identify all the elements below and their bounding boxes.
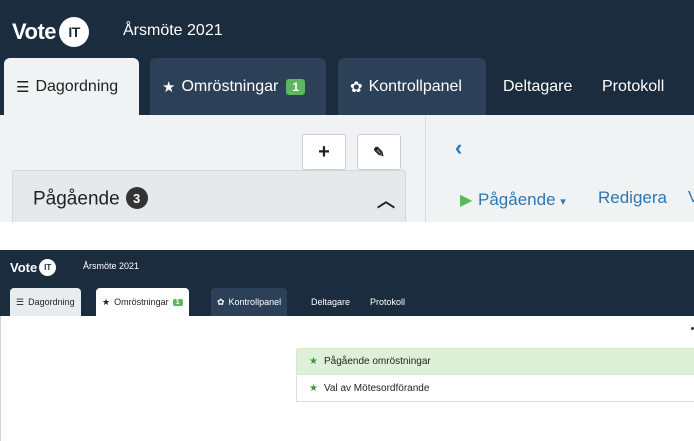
edit-button[interactable]: ✎ bbox=[357, 134, 401, 170]
full-view: Vote IT Årsmöte 2021 ☰ Dagordning ★ Omrö… bbox=[0, 250, 694, 441]
content-area: ★ Pågående omröstningar ★ Val av Mötesor… bbox=[0, 316, 694, 441]
poll-list-header-label: Pågående omröstningar bbox=[323, 356, 431, 367]
tab-dagordning[interactable]: ☰ Dagordning bbox=[10, 288, 81, 316]
logo-badge: IT bbox=[59, 17, 90, 47]
add-button[interactable]: + bbox=[302, 134, 346, 170]
tab-deltagare[interactable]: Deltagare bbox=[305, 288, 356, 316]
section-label: Pågående 3 bbox=[33, 187, 148, 211]
tab-protokoll[interactable]: Protokoll bbox=[590, 58, 676, 115]
tab-label: Kontrollpanel bbox=[228, 297, 282, 307]
truncated-link[interactable]: V bbox=[688, 189, 694, 207]
poll-list: ★ Pågående omröstningar ★ Val av Mötesor… bbox=[296, 348, 694, 402]
list-icon: ☰ bbox=[16, 296, 25, 307]
list-icon: ☰ bbox=[16, 78, 30, 96]
top-navbar: Vote IT Årsmöte 2021 ☰ Dagordning ★ Omrö… bbox=[0, 0, 694, 115]
caret-down-icon: ▾ bbox=[560, 196, 566, 208]
tab-label: Kontrollpanel bbox=[368, 77, 462, 95]
tab-label: Dagordning bbox=[28, 297, 75, 307]
edit-link[interactable]: Redigera bbox=[598, 188, 667, 208]
voteit-logo[interactable]: Vote IT bbox=[12, 14, 90, 50]
tab-omrostningar[interactable]: ★ Omröstningar 1 bbox=[150, 58, 326, 115]
tab-protokoll[interactable]: Protokoll bbox=[364, 288, 411, 316]
star-icon: ★ bbox=[309, 356, 318, 367]
tab-kontrollpanel[interactable]: ✿ Kontrollpanel bbox=[211, 288, 288, 316]
tab-kontrollpanel[interactable]: ✿ Kontrollpanel bbox=[338, 58, 486, 115]
chevron-left-icon[interactable]: ‹ bbox=[455, 135, 462, 161]
tab-dagordning[interactable]: ☰ Dagordning bbox=[4, 58, 139, 115]
poll-count-badge: 1 bbox=[286, 78, 306, 95]
star-icon: ★ bbox=[102, 296, 111, 307]
gear-icon: ✿ bbox=[350, 78, 363, 96]
star-icon: ★ bbox=[309, 382, 318, 394]
content-area: + ✎ Pågående 3 ︿ ‹ ▶ Pågående ▾ Redigera … bbox=[0, 115, 694, 222]
plus-icon: + bbox=[318, 140, 330, 163]
tab-label: Protokoll bbox=[370, 297, 406, 307]
meeting-title: Årsmöte 2021 bbox=[123, 22, 223, 39]
tab-label: Deltagare bbox=[311, 297, 351, 307]
tab-label: Protokoll bbox=[602, 77, 665, 95]
tab-label: Omröstningar bbox=[114, 297, 169, 307]
poll-item-label: Val av Mötesordförande bbox=[323, 382, 430, 394]
tab-label: Deltagare bbox=[503, 77, 573, 95]
logo-text: Vote bbox=[12, 19, 57, 44]
top-navbar: Vote IT Årsmöte 2021 ☰ Dagordning ★ Omrö… bbox=[0, 250, 694, 316]
edit-icon: ✎ bbox=[373, 143, 385, 160]
meeting-title: Årsmöte 2021 bbox=[83, 261, 140, 271]
zoomed-view: Vote IT Årsmöte 2021 ☰ Dagordning ★ Omrö… bbox=[0, 0, 694, 222]
tab-deltagare[interactable]: Deltagare bbox=[491, 58, 584, 115]
tab-label: Dagordning bbox=[35, 77, 119, 95]
list-item[interactable]: ★ Val av Mötesordförande bbox=[296, 375, 694, 402]
gear-icon: ✿ bbox=[217, 296, 225, 307]
poll-list-header: ★ Pågående omröstningar bbox=[296, 348, 694, 375]
agenda-sidebar: + ✎ Pågående 3 ︿ bbox=[0, 115, 426, 222]
play-icon: ▶ bbox=[460, 192, 473, 209]
voteit-logo[interactable]: Vote IT bbox=[10, 257, 57, 277]
logo-text: Vote bbox=[10, 259, 38, 275]
caret-up-icon[interactable]: ︿ bbox=[377, 187, 395, 213]
star-icon: ★ bbox=[162, 78, 176, 96]
tab-label: Omröstningar bbox=[181, 77, 279, 95]
tab-omrostningar[interactable]: ★ Omröstningar 1 bbox=[96, 288, 189, 316]
logo-badge: IT bbox=[39, 258, 57, 276]
section-count-badge: 3 bbox=[125, 187, 148, 209]
status-label: Pågående bbox=[478, 190, 556, 209]
poll-count-badge: 1 bbox=[172, 298, 183, 306]
section-title: Pågående bbox=[33, 188, 120, 210]
section-pagaende[interactable]: Pågående 3 ︿ bbox=[12, 170, 406, 222]
status-dropdown[interactable]: Pågående ▾ bbox=[478, 190, 566, 210]
